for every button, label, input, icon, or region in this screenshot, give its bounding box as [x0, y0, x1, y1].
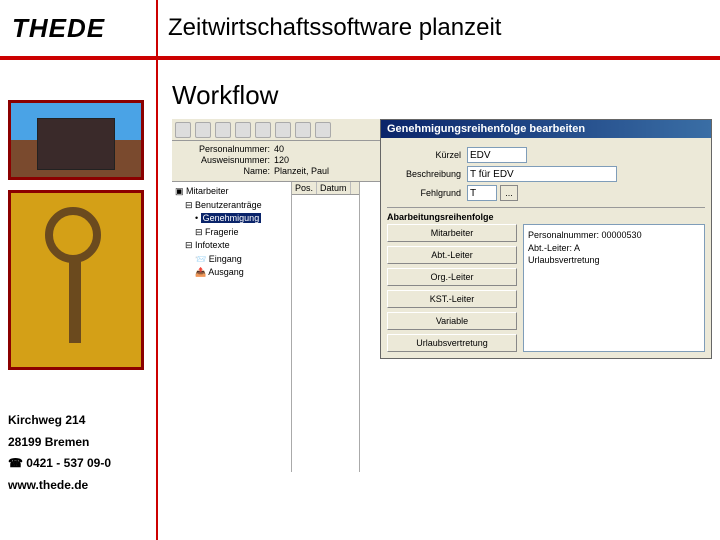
grid-col-pos[interactable]: Pos.	[292, 182, 317, 194]
sequence-section-label: Abarbeitungsreihenfolge	[387, 207, 705, 224]
beschreibung-input[interactable]	[467, 166, 617, 182]
abtleiter-button[interactable]: Abt.-Leiter	[387, 246, 517, 264]
fehlgrund-input[interactable]	[467, 185, 497, 201]
app-screenshot: Personalnummer: 40 Ausweisnummer: 120 Name…	[172, 119, 712, 499]
tree-node[interactable]: ⊟ Fragerie	[175, 226, 288, 240]
toolbar-button[interactable]	[295, 122, 311, 138]
kstleiter-button[interactable]: KST.-Leiter	[387, 290, 517, 308]
address-web: www.thede.de	[8, 475, 148, 497]
tree-node-selected[interactable]: • Genehmigung	[175, 212, 288, 226]
toolbar-button[interactable]	[235, 122, 251, 138]
info-panel: Personalnummer: 00000530 Abt.-Leiter: A …	[523, 224, 705, 352]
tree-node[interactable]: ⊟ Infotexte	[175, 239, 288, 253]
toolbar-button[interactable]	[255, 122, 271, 138]
brand-logo: THEDE	[12, 13, 152, 44]
urlaubsvertretung-button[interactable]: Urlaubsvertretung	[387, 334, 517, 352]
address-city: 28199 Bremen	[8, 432, 148, 454]
dialog-title: Genehmigungsreihenfolge bearbeiten	[381, 120, 711, 138]
approval-dialog: Genehmigungsreihenfolge bearbeiten Kürze…	[380, 119, 712, 359]
beschreibung-label: Beschreibung	[387, 169, 467, 179]
building-photo	[8, 100, 144, 180]
mitarbeiter-button[interactable]: Mitarbeiter	[387, 224, 517, 242]
toolbar-button[interactable]	[195, 122, 211, 138]
toolbar-button[interactable]	[275, 122, 291, 138]
ausweisnummer-label: Ausweisnummer:	[178, 155, 270, 165]
info-urlaubsvertretung: Urlaubsvertretung	[528, 254, 700, 267]
personalnummer-label: Personalnummer:	[178, 144, 270, 154]
orgleiter-button[interactable]: Org.-Leiter	[387, 268, 517, 286]
grid-pane: Pos. Datum	[292, 182, 360, 472]
key-photo	[8, 190, 144, 370]
info-personalnummer: Personalnummer: 00000530	[528, 229, 700, 242]
grid-col-datum[interactable]: Datum	[317, 182, 351, 194]
section-heading: Workflow	[172, 80, 712, 111]
kuerzel-label: Kürzel	[387, 150, 467, 160]
fehlgrund-label: Fehlgrund	[387, 188, 467, 198]
divider-horizontal	[0, 56, 720, 60]
ausweisnummer-value: 120	[274, 155, 289, 165]
tree-node[interactable]: ⊟ Benutzeranträge	[175, 199, 288, 213]
tree-pane[interactable]: ▣ Mitarbeiter ⊟ Benutzeranträge • Genehm…	[172, 182, 292, 472]
name-value: Planzeit, Paul	[274, 166, 329, 176]
name-label: Name:	[178, 166, 270, 176]
tree-root[interactable]: ▣ Mitarbeiter	[175, 185, 288, 199]
toolbar-button[interactable]	[175, 122, 191, 138]
slide-title: Zeitwirtschaftssoftware planzeit	[152, 14, 708, 42]
fehlgrund-browse-button[interactable]: ...	[500, 185, 518, 201]
contact-block: Kirchweg 214 28199 Bremen ☎ 0421 - 537 0…	[8, 410, 148, 496]
variable-button[interactable]: Variable	[387, 312, 517, 330]
toolbar-button[interactable]	[215, 122, 231, 138]
address-phone: ☎ 0421 - 537 09-0	[8, 453, 148, 475]
info-abtleiter: Abt.-Leiter: A	[528, 242, 700, 255]
tree-node[interactable]: 📤 Ausgang	[175, 266, 288, 280]
divider-vertical	[156, 0, 158, 540]
toolbar-button[interactable]	[315, 122, 331, 138]
personalnummer-value: 40	[274, 144, 284, 154]
address-street: Kirchweg 214	[8, 410, 148, 432]
kuerzel-input[interactable]	[467, 147, 527, 163]
tree-node[interactable]: 📨 Eingang	[175, 253, 288, 267]
